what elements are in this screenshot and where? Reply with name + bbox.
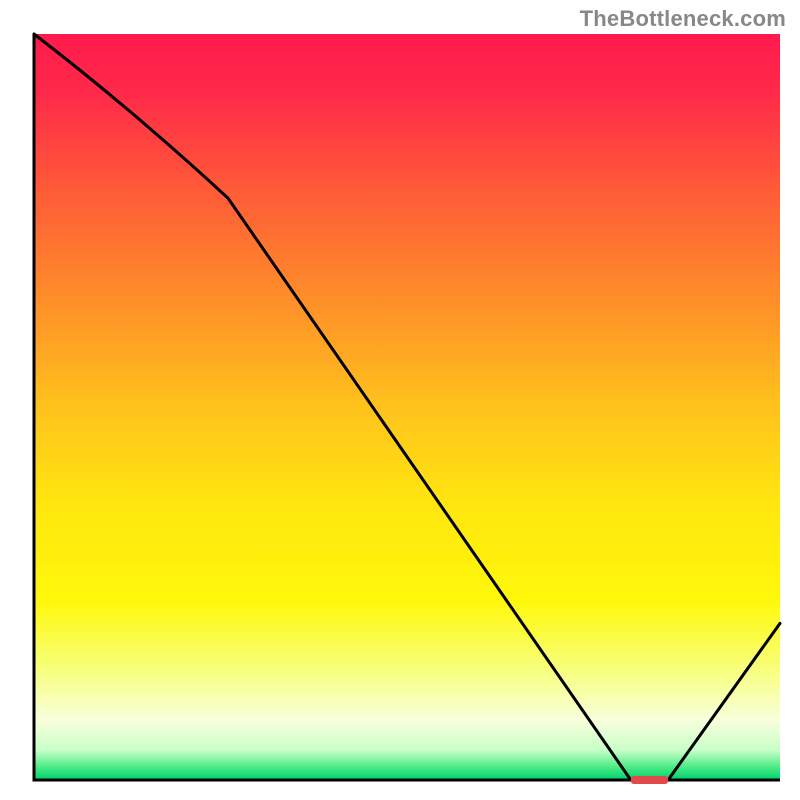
optimal-range-marker [631, 776, 668, 784]
plot-background [34, 34, 780, 780]
chart-stage: TheBottleneck.com [0, 0, 800, 800]
bottleneck-chart [0, 0, 800, 800]
